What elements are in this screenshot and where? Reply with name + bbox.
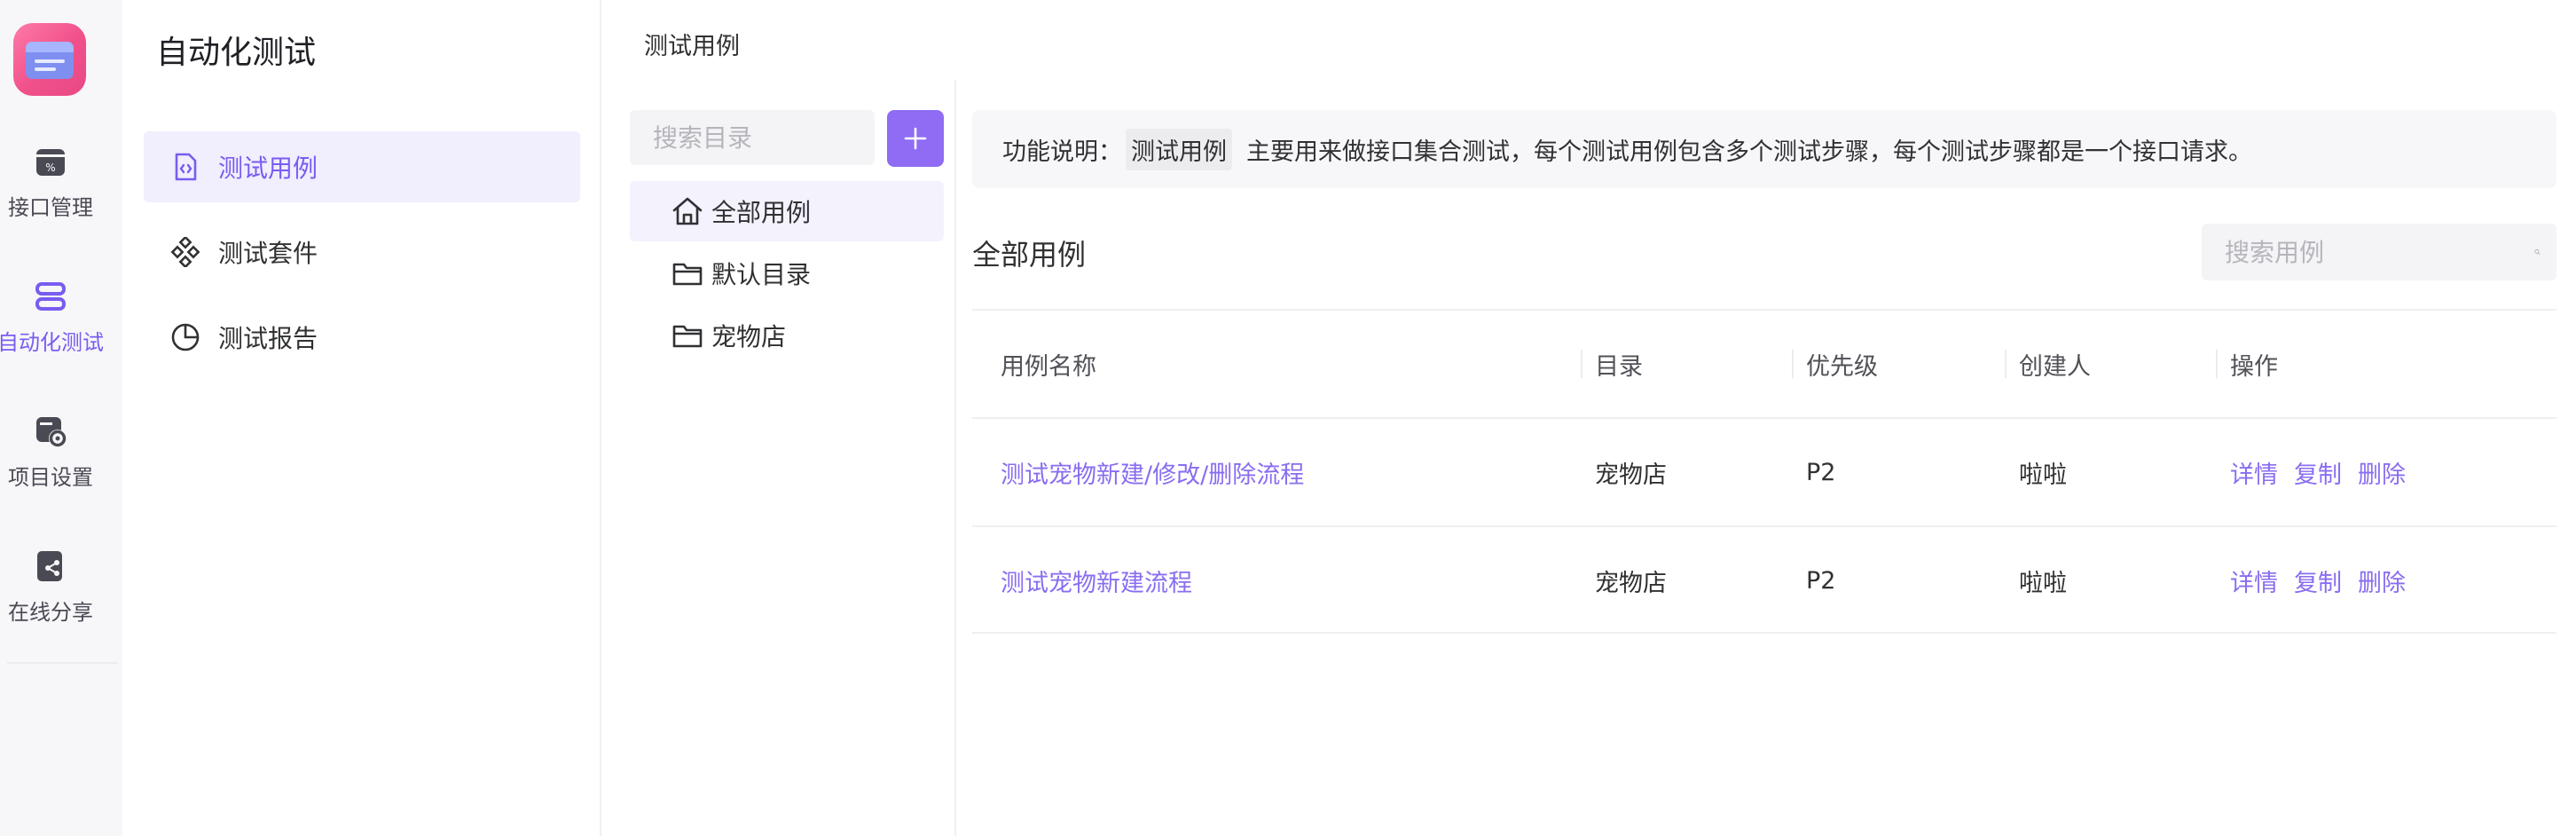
table-header-row: 用例名称 目录 优先级 创建人 操作 <box>972 309 2556 417</box>
app: % 接口管理 自动化测试 项目设置 <box>0 0 2576 836</box>
case-priority: P2 <box>1806 527 1835 634</box>
tree-node-pet-store[interactable]: 宠物店 <box>630 305 944 366</box>
menu-item-test-reports[interactable]: 测试报告 <box>144 302 580 373</box>
detail-button[interactable]: 详情 <box>2230 564 2278 598</box>
settings-gear-icon <box>33 414 68 449</box>
case-priority: P2 <box>1806 419 1835 525</box>
delete-button[interactable]: 删除 <box>2358 455 2406 490</box>
rail-item-label: 项目设置 <box>8 460 93 491</box>
tree-node-label: 宠物店 <box>711 318 786 353</box>
header-priority: 优先级 <box>1806 311 1878 417</box>
add-directory-button[interactable] <box>887 110 944 167</box>
code-file-icon <box>170 152 200 182</box>
menu-item-test-suites[interactable]: 测试套件 <box>144 217 580 288</box>
app-logo[interactable] <box>13 23 86 96</box>
pie-chart-icon <box>170 322 200 352</box>
table-row: 测试宠物新建/修改/删除流程 宠物店 P2 啦啦 详情 复制 删除 <box>972 417 2556 525</box>
feature-tip: 功能说明： 测试用例 主要用来做接口集合测试，每个测试用例包含多个测试步骤，每个… <box>972 110 2556 188</box>
copy-button[interactable]: 复制 <box>2294 455 2342 490</box>
case-name-link[interactable]: 测试宠物新建/修改/删除流程 <box>1001 455 1304 490</box>
delete-button[interactable]: 删除 <box>2358 564 2406 598</box>
case-operations: 详情 复制 删除 <box>2230 527 2422 634</box>
module-title: 自动化测试 <box>156 27 316 73</box>
breadcrumb: 测试用例 <box>644 27 740 61</box>
tree-node-all-cases[interactable]: 全部用例 <box>630 181 944 241</box>
svg-text:%: % <box>45 162 55 174</box>
case-search-input[interactable] <box>2202 224 2534 280</box>
main-content: 功能说明： 测试用例 主要用来做接口集合测试，每个测试用例包含多个测试步骤，每个… <box>972 80 2556 836</box>
menu-item-test-cases[interactable]: 测试用例 <box>144 131 580 202</box>
folder-icon <box>671 319 704 352</box>
tip-text: 主要用来做接口集合测试，每个测试用例包含多个测试步骤，每个测试步骤都是一个接口请… <box>1246 132 2252 167</box>
logo-window-icon <box>26 42 74 79</box>
plus-icon <box>903 126 928 151</box>
folder-icon <box>671 256 704 290</box>
suite-diamond-icon <box>170 237 200 267</box>
case-operations: 详情 复制 删除 <box>2230 419 2422 525</box>
list-title: 全部用例 <box>972 233 1086 273</box>
tip-tag: 测试用例 <box>1126 129 1232 170</box>
directory-tree: 全部用例 默认目录 宠物店 <box>630 80 956 836</box>
case-directory: 宠物店 <box>1595 527 1667 634</box>
case-creator: 啦啦 <box>2019 419 2067 525</box>
rail-item-label: 在线分享 <box>8 595 93 626</box>
api-calendar-icon: % <box>33 144 68 179</box>
module-panel: 自动化测试 测试用例 测试套件 测试报告 <box>122 0 601 836</box>
rail-item-automation-test[interactable]: 自动化测试 <box>0 275 101 373</box>
menu-item-label: 测试用例 <box>218 149 318 185</box>
case-name-link[interactable]: 测试宠物新建流程 <box>1001 564 1192 598</box>
rail-item-label: 接口管理 <box>8 190 93 221</box>
copy-button[interactable]: 复制 <box>2294 564 2342 598</box>
rail-item-online-share[interactable]: 在线分享 <box>0 545 101 643</box>
header-creator: 创建人 <box>2019 311 2091 417</box>
header-operations: 操作 <box>2230 311 2278 417</box>
home-icon <box>671 194 704 228</box>
rail-item-api-management[interactable]: % 接口管理 <box>0 140 101 238</box>
detail-button[interactable]: 详情 <box>2230 455 2278 490</box>
table-row: 测试宠物新建流程 宠物店 P2 啦啦 详情 复制 删除 <box>972 525 2556 634</box>
search-icon[interactable] <box>2534 237 2541 267</box>
header-name: 用例名称 <box>1001 311 1096 417</box>
stack-icon <box>33 279 68 314</box>
menu-item-label: 测试报告 <box>218 319 318 355</box>
rail-item-label: 自动化测试 <box>0 325 104 356</box>
rail-divider <box>7 662 117 664</box>
tree-node-default-directory[interactable]: 默认目录 <box>630 243 944 304</box>
tree-node-label: 全部用例 <box>711 193 811 229</box>
menu-item-label: 测试套件 <box>218 234 318 270</box>
tip-prefix: 功能说明： <box>1002 132 1122 167</box>
share-doc-icon <box>33 548 68 584</box>
tree-node-label: 默认目录 <box>711 256 811 291</box>
rail-item-project-settings[interactable]: 项目设置 <box>0 410 101 508</box>
nav-rail: % 接口管理 自动化测试 项目设置 <box>0 0 122 836</box>
case-search-box <box>2202 224 2556 280</box>
case-creator: 啦啦 <box>2019 527 2067 634</box>
test-case-table: 用例名称 目录 优先级 创建人 操作 测试宠物新建/修改/删除流程 宠物店 P2… <box>972 309 2556 634</box>
header-directory: 目录 <box>1595 311 1643 417</box>
case-directory: 宠物店 <box>1595 419 1667 525</box>
directory-search-input[interactable] <box>630 110 875 165</box>
